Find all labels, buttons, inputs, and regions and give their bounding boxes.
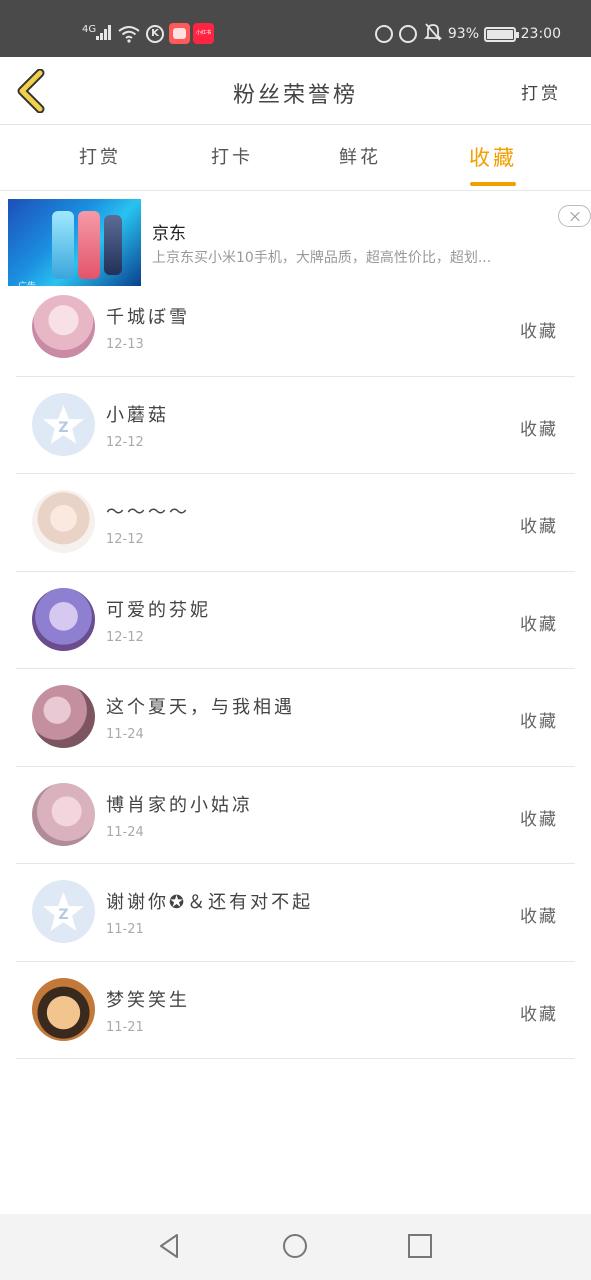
list-item[interactable]: Z 小蘑菇 12-12 收藏 xyxy=(16,377,575,474)
fan-name: 梦笑笑生 xyxy=(106,989,190,1011)
mute-icon xyxy=(423,22,443,50)
alarm-icon xyxy=(399,25,417,43)
fan-action-label: 收藏 xyxy=(520,322,558,342)
app-notification-icon xyxy=(169,23,190,44)
status-bar: 4G K 小红书 93% 23:00 xyxy=(0,0,591,57)
active-tab-indicator xyxy=(470,182,516,186)
fan-date: 11-24 xyxy=(106,824,144,840)
fan-date: 11-21 xyxy=(106,922,144,937)
avatar[interactable] xyxy=(32,977,95,1041)
signal-icon xyxy=(96,25,112,40)
fan-name: 这个夏天，与我相遇 xyxy=(106,697,295,718)
fan-name: 千城ぼ雪 xyxy=(106,307,190,328)
avatar[interactable] xyxy=(32,685,95,748)
tab-flowers[interactable]: 鲜花 xyxy=(310,126,410,190)
tab-checkin[interactable]: 打卡 xyxy=(182,126,282,190)
page-title: 粉丝荣誉榜 xyxy=(232,83,358,108)
ad-banner[interactable]: 广告 京东 上京东买小米10手机，大牌品质，超高性价比，超划... xyxy=(0,191,591,287)
fan-action-label: 收藏 xyxy=(520,1004,558,1025)
battery-icon xyxy=(484,27,519,42)
list-item[interactable]: 这个夏天，与我相遇 11-24 收藏 xyxy=(16,669,575,767)
fan-name: ～～～～ xyxy=(106,502,190,523)
fan-date: 12-13 xyxy=(106,337,144,352)
avatar[interactable]: Z xyxy=(32,392,95,456)
list-item[interactable]: ～～～～ 12-12 收藏 xyxy=(16,474,575,572)
fan-action-label: 收藏 xyxy=(520,517,558,537)
fan-date: 12-12 xyxy=(106,532,144,547)
data-saver-icon xyxy=(375,25,393,43)
fan-action-label: 收藏 xyxy=(520,419,558,440)
ad-description[interactable]: 上京东买小米10手机，大牌品质，超高性价比，超划... xyxy=(152,247,562,267)
list-item[interactable]: 可爱的芬妮 12-12 收藏 xyxy=(16,572,575,669)
fan-date: 12-12 xyxy=(106,629,144,645)
fan-date: 11-24 xyxy=(106,727,144,742)
list-item[interactable]: 梦笑笑生 11-21 收藏 xyxy=(16,962,575,1059)
tab-reward[interactable]: 打赏 xyxy=(50,126,150,190)
fan-date: 12-12 xyxy=(106,434,144,450)
ad-close-button[interactable] xyxy=(558,205,591,227)
wifi-icon xyxy=(118,22,140,51)
svg-text:Z: Z xyxy=(58,907,68,923)
battery-percent: 93% xyxy=(447,26,479,42)
xiaohongshu-icon: 小红书 xyxy=(193,23,214,44)
list-item[interactable]: Z 谢谢你✪＆还有对不起 11-21 收藏 xyxy=(16,864,575,962)
avatar[interactable] xyxy=(32,490,95,553)
list-item[interactable]: 千城ぼ雪 12-13 收藏 xyxy=(16,279,575,377)
avatar[interactable] xyxy=(32,782,95,846)
clock: 23:00 xyxy=(520,26,561,42)
fan-action-label: 收藏 xyxy=(520,907,558,927)
tab-favorites[interactable]: 收藏 xyxy=(443,126,543,190)
avatar[interactable] xyxy=(32,587,95,651)
fan-action-label: 收藏 xyxy=(520,712,558,732)
fan-date: 11-21 xyxy=(106,1019,144,1035)
qq-star-icon: Z xyxy=(43,892,84,931)
fan-name: 谢谢你✪＆还有对不起 xyxy=(106,892,314,913)
fan-action-label: 收藏 xyxy=(520,614,558,635)
qq-star-icon: Z xyxy=(43,404,84,444)
home-circle-icon[interactable] xyxy=(281,1232,309,1260)
fan-action-label: 收藏 xyxy=(520,809,558,830)
ad-brand[interactable]: 京东 xyxy=(152,219,186,244)
system-nav-bar xyxy=(0,1214,591,1280)
recents-square-icon[interactable] xyxy=(406,1232,434,1260)
avatar[interactable] xyxy=(32,295,95,358)
svg-text:Z: Z xyxy=(58,420,68,436)
back-triangle-icon[interactable] xyxy=(155,1232,183,1260)
list-item[interactable]: 博肖家的小姑凉 11-24 收藏 xyxy=(16,767,575,864)
network-type: 4G xyxy=(82,24,97,35)
tab-bar: 打赏 打卡 鲜花 收藏 xyxy=(0,126,591,191)
ad-image[interactable]: 广告 xyxy=(8,199,141,286)
fan-name: 小蘑菇 xyxy=(106,404,169,426)
k-app-icon: K xyxy=(146,25,164,43)
fan-name: 博肖家的小姑凉 xyxy=(106,794,253,816)
fan-list: 千城ぼ雪 12-13 收藏 Z 小蘑菇 12-12 收藏 ～～～～ 12-12 … xyxy=(0,279,591,1059)
fan-name: 可爱的芬妮 xyxy=(106,599,211,621)
header: 粉丝荣誉榜 打赏 xyxy=(0,57,591,125)
avatar[interactable]: Z xyxy=(32,880,95,943)
reward-button[interactable]: 打赏 xyxy=(521,79,561,104)
